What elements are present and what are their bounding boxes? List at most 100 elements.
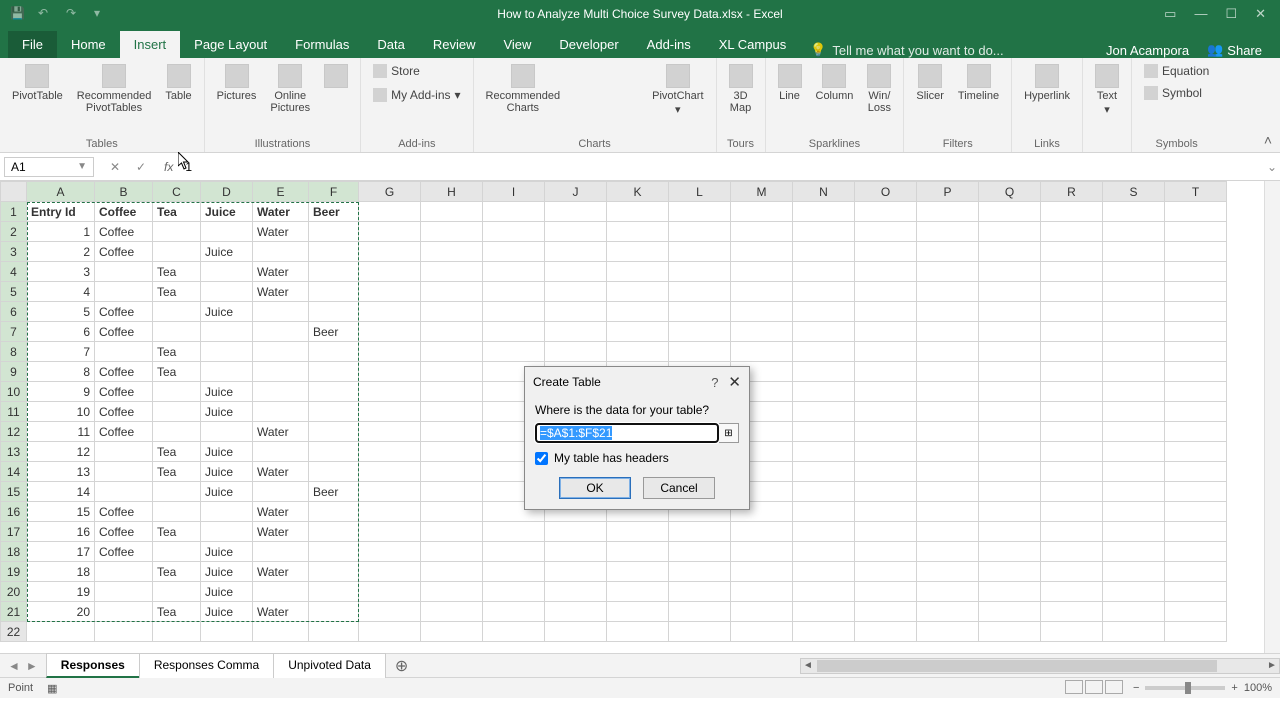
cell[interactable] <box>793 262 855 282</box>
cell[interactable] <box>731 302 793 322</box>
file-tab[interactable]: File <box>8 31 57 58</box>
cell[interactable] <box>1103 362 1165 382</box>
cell[interactable] <box>917 302 979 322</box>
cell[interactable] <box>1165 462 1227 482</box>
cell[interactable] <box>793 382 855 402</box>
cell[interactable] <box>607 542 669 562</box>
cell[interactable]: Water <box>253 462 309 482</box>
tab-add-ins[interactable]: Add-ins <box>633 31 705 58</box>
cell[interactable] <box>545 282 607 302</box>
cell[interactable] <box>545 562 607 582</box>
cell[interactable] <box>979 302 1041 322</box>
cell[interactable]: Tea <box>153 202 201 222</box>
cell[interactable] <box>1041 422 1103 442</box>
column-header[interactable]: J <box>545 182 607 202</box>
cell[interactable] <box>359 322 421 342</box>
column-header[interactable]: K <box>607 182 669 202</box>
cell[interactable] <box>917 582 979 602</box>
cell[interactable] <box>1103 202 1165 222</box>
column-header[interactable]: F <box>309 182 359 202</box>
cell[interactable] <box>309 502 359 522</box>
cell[interactable] <box>253 302 309 322</box>
cell[interactable] <box>1103 542 1165 562</box>
cell[interactable] <box>855 542 917 562</box>
cell[interactable] <box>731 622 793 642</box>
cell[interactable] <box>421 202 483 222</box>
row-header[interactable]: 15 <box>1 482 27 502</box>
column-header[interactable]: G <box>359 182 421 202</box>
cell[interactable] <box>1041 542 1103 562</box>
cell[interactable] <box>359 222 421 242</box>
equation-button[interactable]: Equation <box>1140 62 1213 80</box>
cancel-button[interactable]: Cancel <box>643 477 715 499</box>
cell[interactable] <box>253 542 309 562</box>
cell[interactable] <box>917 242 979 262</box>
cell[interactable]: 9 <box>27 382 95 402</box>
cell[interactable] <box>1165 302 1227 322</box>
cell[interactable]: 11 <box>27 422 95 442</box>
cell[interactable] <box>483 342 545 362</box>
row-header[interactable]: 22 <box>1 622 27 642</box>
cell[interactable] <box>359 302 421 322</box>
column-header[interactable]: D <box>201 182 253 202</box>
formula-input[interactable] <box>179 158 1264 176</box>
cell[interactable] <box>855 302 917 322</box>
symbol-button[interactable]: Symbol <box>1140 84 1206 102</box>
cell[interactable] <box>855 222 917 242</box>
cell[interactable]: Coffee <box>95 402 153 422</box>
cell[interactable]: 1 <box>27 222 95 242</box>
cell[interactable] <box>201 362 253 382</box>
cell[interactable]: Tea <box>153 362 201 382</box>
cell[interactable]: Water <box>253 222 309 242</box>
cell[interactable] <box>253 322 309 342</box>
cell[interactable] <box>1103 602 1165 622</box>
cell[interactable] <box>1041 502 1103 522</box>
cell[interactable] <box>545 542 607 562</box>
cell[interactable] <box>669 262 731 282</box>
cell[interactable] <box>153 402 201 422</box>
sheet-tab-responses-comma[interactable]: Responses Comma <box>139 653 274 678</box>
scroll-left-icon[interactable]: ◄ <box>801 660 815 671</box>
pivottable-button[interactable]: PivotTable <box>8 62 67 104</box>
cell[interactable] <box>1165 402 1227 422</box>
cell[interactable] <box>359 582 421 602</box>
cell[interactable] <box>793 482 855 502</box>
cell[interactable] <box>917 402 979 422</box>
cell[interactable]: Juice <box>201 582 253 602</box>
cell[interactable] <box>421 602 483 622</box>
chevron-down-icon[interactable]: ▼ <box>77 161 87 172</box>
tab-review[interactable]: Review <box>419 31 490 58</box>
cell[interactable] <box>153 382 201 402</box>
row-header[interactable]: 2 <box>1 222 27 242</box>
cell[interactable] <box>359 262 421 282</box>
cell[interactable] <box>1103 522 1165 542</box>
cell[interactable] <box>607 562 669 582</box>
cell[interactable] <box>793 322 855 342</box>
row-header[interactable]: 7 <box>1 322 27 342</box>
chart-mini-icon[interactable] <box>620 85 638 101</box>
sheet-nav-next-icon[interactable]: ► <box>24 659 40 673</box>
cell[interactable] <box>979 542 1041 562</box>
cell[interactable] <box>669 582 731 602</box>
cell[interactable] <box>607 622 669 642</box>
cell[interactable] <box>731 582 793 602</box>
cell[interactable] <box>1165 422 1227 442</box>
cell[interactable] <box>201 222 253 242</box>
cell[interactable] <box>359 362 421 382</box>
cell[interactable] <box>793 622 855 642</box>
cell[interactable] <box>309 302 359 322</box>
cell[interactable] <box>421 322 483 342</box>
cell[interactable] <box>483 562 545 582</box>
cell[interactable] <box>917 382 979 402</box>
cell[interactable] <box>979 562 1041 582</box>
cell[interactable] <box>917 342 979 362</box>
cell[interactable] <box>607 522 669 542</box>
cell[interactable] <box>1103 382 1165 402</box>
cell[interactable] <box>793 202 855 222</box>
row-header[interactable]: 16 <box>1 502 27 522</box>
cell[interactable] <box>359 602 421 622</box>
row-header[interactable]: 9 <box>1 362 27 382</box>
cell[interactable] <box>359 562 421 582</box>
cell[interactable] <box>731 262 793 282</box>
horizontal-scrollbar[interactable]: ◄ ► <box>800 658 1280 674</box>
